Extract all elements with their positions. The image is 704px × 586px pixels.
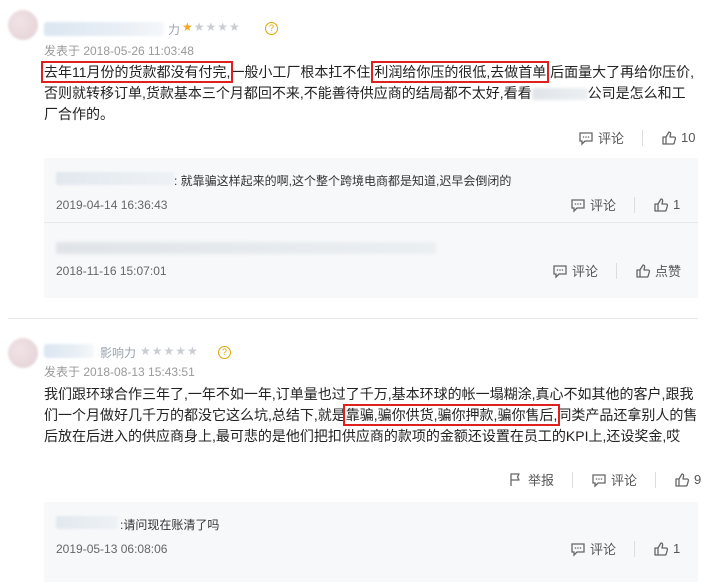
reply-username[interactable] [56,516,118,529]
comment-button[interactable]: 评论 [570,539,616,558]
review-card-1: 力 ★★★★★ ? 发表于 2018-05-26 11:03:48 去年11月份… [0,0,704,310]
influence-label: 力 [168,23,181,37]
report-button[interactable]: 举报 [508,470,554,489]
thumbs-up-icon [662,130,677,145]
review-actions: 举报 评论 9 [490,470,701,489]
username[interactable] [44,22,164,36]
comment-icon [571,198,585,213]
divider [642,129,644,146]
comment-button[interactable]: 评论 [591,470,637,489]
reply-actions: 评论 1 [552,539,680,558]
highlight-box: 利润给你压的很低,去做首单 [371,61,550,83]
post-date: 发表于 2018-05-26 11:03:48 [44,44,194,58]
redacted-text [531,88,588,101]
username[interactable] [44,344,94,358]
rating-stars: ★★★★★ [182,20,241,34]
avatar[interactable] [8,10,38,40]
reply-actions: 评论 1 [552,195,680,214]
comment-button[interactable]: 评论 [570,195,616,214]
divider [655,471,657,488]
reply-text: : 就靠骗这样起来的啊,这个整个跨境电商都是知道,迟早会倒闭的 [174,174,512,188]
reply-section: :请问现在账清了吗 2019-05-13 06:08:06 评论 1 [44,502,698,582]
thumbs-up-icon [675,472,690,487]
thumbs-up-icon [654,541,669,556]
review-card-2: 影响力 ★★★★★ ? 发表于 2018-08-13 15:43:51 我们跟环… [0,326,704,586]
thumbs-up-icon [654,197,669,212]
like-count: 10 [681,130,696,145]
thumbs-up-icon [636,263,651,278]
like-button[interactable]: 1 [653,541,680,557]
like-button[interactable]: 1 [653,197,680,213]
comment-icon [592,473,606,488]
comment-icon [579,131,593,146]
divider [572,471,574,488]
divider [616,262,618,279]
divider [634,196,636,213]
avatar[interactable] [8,338,38,368]
review-text: 去年11月份的货款都没有付完,一般小工厂根本扛不住,利润给你压的很低,去做首单,… [40,61,694,122]
help-icon[interactable]: ? [265,22,278,35]
reply-section: : 就靠骗这样起来的啊,这个整个跨境电商都是知道,迟早会倒闭的 2019-04-… [44,158,698,298]
reply-item: :请问现在账清了吗 2019-05-13 06:08:06 评论 1 [44,502,698,580]
like-button[interactable]: 10 [661,130,695,146]
highlight-box: 靠骗,骗你供货,骗你押款,骗你售后, [342,404,561,426]
reply-item: : 就靠骗这样起来的啊,这个整个跨境电商都是知道,迟早会倒闭的 2019-04-… [44,158,698,220]
like-button[interactable]: 9 [674,472,701,488]
rating-stars: ★★★★★ [140,344,199,358]
review-actions: 评论 10 [560,128,695,147]
highlight-box: 去年11月份的货款都没有付完, [40,61,234,83]
comment-label: 评论 [598,131,625,146]
star-filled-icon: ★ [182,20,194,34]
reply-date: 2019-05-13 06:08:06 [56,542,168,556]
comment-button[interactable]: 评论 [578,128,624,147]
comment-icon [553,264,567,279]
like-button[interactable]: 点赞 [635,261,681,280]
report-icon [510,472,520,486]
star-empty-icon: ★★★★★ [140,344,199,358]
post-date: 发表于 2018-08-13 15:43:51 [44,365,195,379]
reply-divider [44,222,698,223]
help-icon[interactable]: ? [218,346,231,359]
reply-actions: 评论 点赞 [534,261,681,280]
review-text: 我们跟环球合作三年了,一年不如一年,订单量也过了千万,基本环球的帐一塌糊涂,真心… [44,386,698,444]
comment-icon [571,542,585,557]
star-empty-icon: ★★★★ [193,20,241,34]
divider [634,540,636,557]
reply-date: 2019-04-14 16:36:43 [56,198,168,212]
influence-label: 影响力 [100,346,137,360]
comment-button[interactable]: 评论 [552,261,598,280]
reply-username[interactable] [56,172,174,185]
section-divider [8,318,698,319]
reply-text: :请问现在账清了吗 [120,518,220,532]
reply-date: 2018-11-16 15:07:01 [56,264,167,278]
reply-item: 2018-11-16 15:07:01 评论 点赞 [44,224,698,296]
redacted-reply [56,242,436,254]
